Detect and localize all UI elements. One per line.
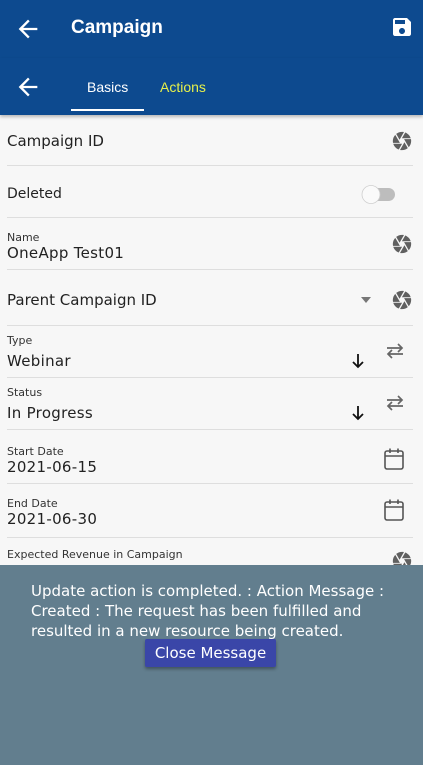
page-title: Campaign xyxy=(71,17,163,38)
message-text: Update action is completed. : Action Mes… xyxy=(31,582,385,640)
campaign-id-field[interactable]: Campaign ID xyxy=(7,115,413,166)
calendar-icon[interactable] xyxy=(383,447,405,471)
type-field[interactable]: Type Webinar xyxy=(7,326,413,378)
message-overlay: Update action is completed. : Action Mes… xyxy=(0,565,423,765)
type-value: Webinar xyxy=(7,352,71,370)
close-message-button[interactable]: Close Message xyxy=(145,639,276,667)
parent-campaign-id-label: Parent Campaign ID xyxy=(7,291,157,309)
swap-horizontal-icon[interactable] xyxy=(385,394,405,412)
name-label: Name xyxy=(7,231,40,244)
name-field[interactable]: Name OneApp Test01 xyxy=(7,218,413,270)
parent-campaign-id-field[interactable]: Parent Campaign ID xyxy=(7,270,413,326)
dropdown-caret-icon[interactable] xyxy=(361,297,371,303)
name-value: OneApp Test01 xyxy=(7,244,125,262)
tab-bar: Basics Actions xyxy=(0,58,423,115)
tab-back-arrow-icon[interactable] xyxy=(14,73,42,101)
start-date-label: Start Date xyxy=(7,445,64,458)
aperture-icon[interactable] xyxy=(391,550,413,565)
tab-basics-label: Basics xyxy=(87,79,129,95)
calendar-icon[interactable] xyxy=(383,498,405,522)
status-value: In Progress xyxy=(7,404,94,422)
deleted-toggle[interactable] xyxy=(360,183,398,205)
arrow-down-icon[interactable] xyxy=(351,353,365,369)
status-field[interactable]: Status In Progress xyxy=(7,378,413,430)
arrow-down-icon[interactable] xyxy=(351,405,365,421)
end-date-field[interactable]: End Date 2021-06-30 xyxy=(7,484,413,538)
tab-actions[interactable]: Actions xyxy=(150,58,220,115)
end-date-value: 2021-06-30 xyxy=(7,510,98,528)
aperture-icon[interactable] xyxy=(391,233,413,255)
save-icon[interactable] xyxy=(390,15,414,39)
start-date-value: 2021-06-15 xyxy=(7,458,98,476)
campaign-id-label: Campaign ID xyxy=(7,132,104,150)
type-label: Type xyxy=(7,334,33,347)
tab-basics[interactable]: Basics xyxy=(71,58,144,115)
app-bar: Campaign xyxy=(0,0,423,58)
expected-revenue-field[interactable]: Expected Revenue in Campaign xyxy=(7,538,413,565)
status-label: Status xyxy=(7,386,43,399)
deleted-field: Deleted xyxy=(7,166,413,218)
active-tab-indicator xyxy=(71,109,144,111)
aperture-icon[interactable] xyxy=(391,130,413,152)
deleted-label: Deleted xyxy=(7,186,62,202)
expected-revenue-label: Expected Revenue in Campaign xyxy=(7,548,183,561)
form-content: Campaign ID Deleted Name OneApp Test01 P… xyxy=(0,115,423,565)
end-date-label: End Date xyxy=(7,497,58,510)
aperture-icon[interactable] xyxy=(391,289,413,311)
start-date-field[interactable]: Start Date 2021-06-15 xyxy=(7,430,413,484)
swap-horizontal-icon[interactable] xyxy=(385,342,405,360)
tab-actions-label: Actions xyxy=(160,79,206,95)
back-arrow-icon[interactable] xyxy=(14,15,42,43)
